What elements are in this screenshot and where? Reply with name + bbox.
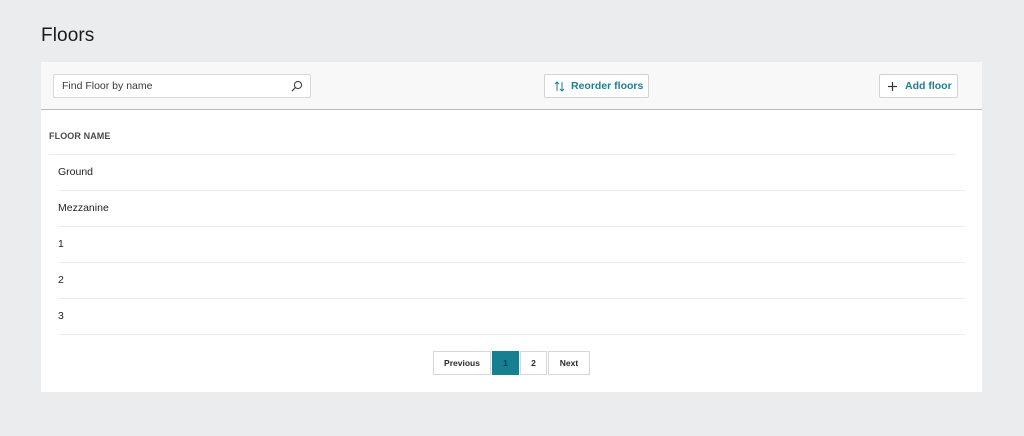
table-row[interactable]: 1 — [58, 227, 965, 263]
table-row[interactable]: 2 — [58, 263, 965, 299]
reorder-floors-button[interactable]: Reorder floors — [544, 74, 649, 98]
search-field[interactable] — [53, 74, 311, 98]
pagination: Previous 1 2 Next — [433, 351, 590, 375]
search-icon[interactable] — [291, 80, 303, 92]
add-floor-button[interactable]: Add floor — [879, 74, 958, 98]
page-1-button[interactable]: 1 — [492, 351, 519, 375]
toolbar: Reorder floors Add floor — [41, 62, 982, 110]
page-title: Floors — [41, 25, 95, 46]
table-row[interactable]: Mezzanine — [58, 191, 965, 227]
search-input[interactable] — [54, 75, 288, 97]
reorder-floors-label: Reorder floors — [571, 80, 644, 92]
previous-page-button[interactable]: Previous — [433, 351, 491, 375]
table-row[interactable]: 3 — [58, 299, 965, 335]
sort-arrows-icon — [554, 80, 565, 92]
table-row[interactable]: Ground — [58, 155, 965, 191]
floors-card: Reorder floors Add floor FLOOR NAME Grou… — [41, 62, 982, 392]
page-2-button[interactable]: 2 — [520, 351, 547, 375]
floors-table: FLOOR NAME Ground Mezzanine 1 2 3 — [49, 124, 965, 335]
column-header-floor-name[interactable]: FLOOR NAME — [49, 124, 956, 155]
add-floor-label: Add floor — [905, 80, 952, 92]
plus-icon — [888, 81, 897, 91]
next-page-button[interactable]: Next — [548, 351, 590, 375]
